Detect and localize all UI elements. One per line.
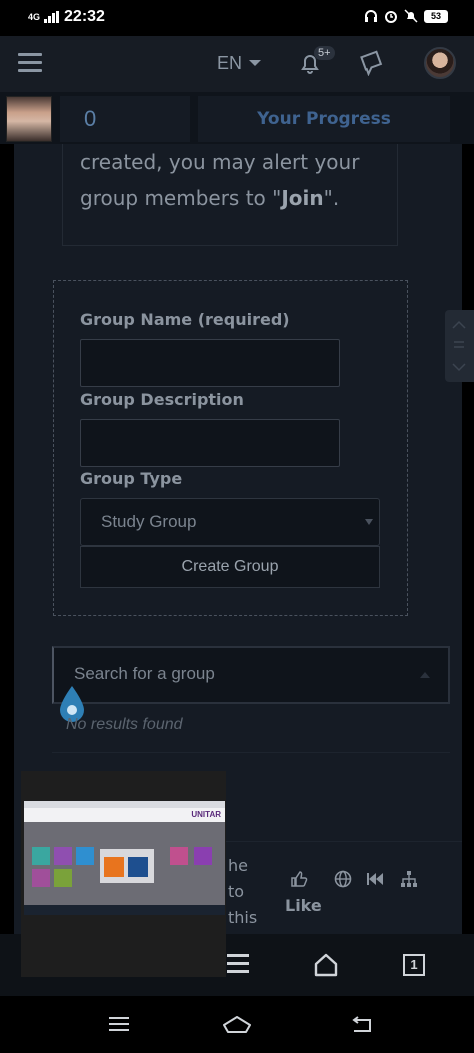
back-icon[interactable] xyxy=(350,1016,374,1034)
scroll-arrows-icon xyxy=(452,320,466,372)
post-text-line-2: to xyxy=(228,882,245,901)
create-group-button[interactable]: Create Group xyxy=(80,546,380,588)
chat-bubble-icon[interactable] xyxy=(360,50,384,76)
system-home-icon[interactable] xyxy=(222,1016,252,1034)
menu-bar xyxy=(18,69,42,72)
sitemap-icon[interactable] xyxy=(400,870,418,888)
tabs-button[interactable]: 1 xyxy=(403,954,425,976)
brand-logo: UNITAR xyxy=(191,810,221,819)
clock: 22:32 xyxy=(64,8,105,25)
group-type-label: Group Type xyxy=(80,469,183,488)
menu-bar xyxy=(18,61,42,64)
group-type-value: Study Group xyxy=(101,512,197,531)
recent-apps-icon[interactable] xyxy=(108,1016,130,1032)
dialog-box xyxy=(100,849,154,883)
site-header: UNITAR xyxy=(24,808,225,822)
scroll-handle[interactable] xyxy=(445,310,474,382)
thumbs-up-icon[interactable] xyxy=(290,870,308,888)
chevron-up-icon[interactable] xyxy=(420,672,430,678)
status-bar: 4G 22:32 53 xyxy=(0,0,474,36)
app-tile xyxy=(54,847,72,865)
menu-bar xyxy=(227,962,249,965)
app-tile xyxy=(128,857,148,877)
menu-button[interactable] xyxy=(18,53,42,73)
intro-line-1: created, you may alert your xyxy=(80,150,360,174)
app-tile xyxy=(104,857,124,877)
taskbar xyxy=(24,905,225,915)
battery-indicator: 53 xyxy=(424,9,448,23)
profile-photo[interactable] xyxy=(6,96,52,142)
group-name-input[interactable] xyxy=(80,339,340,387)
chevron-down-icon[interactable] xyxy=(249,60,261,66)
signal-icon xyxy=(44,11,60,23)
group-name-label: Group Name (required) xyxy=(80,310,290,329)
menu-bar xyxy=(227,970,249,973)
search-placeholder: Search for a group xyxy=(74,664,215,683)
app-tile xyxy=(76,847,94,865)
notification-badge: 5+ xyxy=(314,46,335,60)
app-header: EN 5+ xyxy=(0,36,474,92)
headphones-icon xyxy=(365,10,377,22)
like-button[interactable]: Like xyxy=(285,896,322,915)
intro-line-2: group members to "Join". xyxy=(80,180,390,216)
rewind-icon[interactable] xyxy=(366,870,384,888)
system-nav-bar xyxy=(0,996,474,1053)
group-description-input[interactable] xyxy=(80,419,340,467)
your-progress-button[interactable]: Your Progress xyxy=(198,96,450,142)
divider xyxy=(224,841,462,842)
intro-join: Join xyxy=(281,186,324,210)
status-left: 4G 22:32 xyxy=(28,8,105,26)
app-tile xyxy=(170,847,188,865)
user-avatar[interactable] xyxy=(424,47,456,79)
network-type: 4G xyxy=(28,11,41,22)
post-text-line-3: this xyxy=(228,908,258,927)
post-text-line-1: he xyxy=(228,856,248,875)
intro-prefix: group members to " xyxy=(80,186,282,210)
app-tile xyxy=(194,847,212,865)
status-right: 53 xyxy=(364,9,448,23)
alarm-icon xyxy=(385,11,397,23)
app-tile xyxy=(32,847,50,865)
nav-menu-button[interactable] xyxy=(227,954,249,974)
group-search-box[interactable]: Search for a group xyxy=(52,646,450,704)
language-selector[interactable]: EN xyxy=(217,53,242,74)
menu-bar xyxy=(18,53,42,56)
app-tile xyxy=(32,869,50,887)
globe-icon[interactable] xyxy=(334,870,352,888)
divider xyxy=(52,752,450,753)
screen-share-thumbnail[interactable]: UNITAR xyxy=(21,771,226,977)
menu-bar xyxy=(227,954,249,957)
home-icon[interactable] xyxy=(313,952,339,978)
progress-count: 0 xyxy=(60,96,190,142)
group-type-select[interactable]: Study Group xyxy=(80,498,380,546)
intro-suffix: ". xyxy=(323,186,340,210)
shared-screen-preview: UNITAR xyxy=(24,801,225,915)
app-tile xyxy=(54,869,72,887)
chevron-down-icon xyxy=(365,519,373,525)
mute-bell-icon xyxy=(404,9,418,23)
intro-text: created, you may alert your group member… xyxy=(80,144,390,216)
browser-bar xyxy=(24,801,225,808)
no-results-text: No results found xyxy=(66,716,183,733)
group-description-label: Group Description xyxy=(80,390,244,409)
progress-row: 0 Your Progress xyxy=(0,92,474,144)
